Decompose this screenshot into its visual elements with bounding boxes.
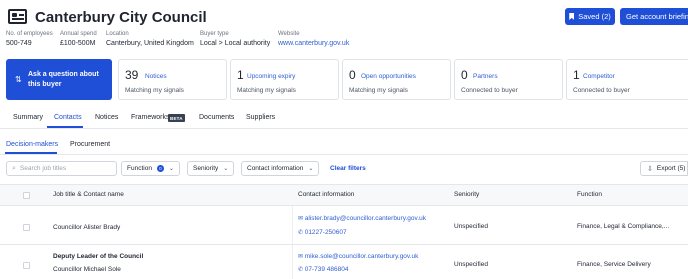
row-checkbox[interactable] xyxy=(23,262,30,269)
contact-email[interactable]: ✉ alister.brady@councillor.canterbury.go… xyxy=(298,215,426,222)
search-input[interactable] xyxy=(19,165,110,172)
stat-number: 0 xyxy=(349,68,356,82)
subtab-procurement[interactable]: Procurement xyxy=(70,141,110,148)
seniority-value: Unspecified xyxy=(454,223,488,230)
stat-label: Notices xyxy=(145,73,167,80)
bookmark-icon xyxy=(569,13,575,20)
column-header-function[interactable]: Function xyxy=(577,191,602,198)
stat-card-upcoming-expiry[interactable]: 1 Upcoming expiry Matching my signals xyxy=(230,59,339,100)
website-link[interactable]: www.canterbury.gov.uk xyxy=(278,40,349,47)
meta-label-location: Location xyxy=(106,31,129,37)
saved-label: Saved (2) xyxy=(578,12,611,21)
search-box[interactable]: ⌕ xyxy=(6,161,117,176)
subtab-decision-makers[interactable]: Decision-makers xyxy=(6,141,58,148)
contact-name[interactable]: Councillor Michael Sole xyxy=(53,266,121,273)
export-icon: ⇩ xyxy=(647,165,653,173)
seniority-value: Unspecified xyxy=(454,261,488,268)
select-all-checkbox[interactable] xyxy=(23,192,30,199)
meta-value-location: Canterbury, United Kingdom xyxy=(106,40,194,47)
beta-badge: BETA xyxy=(168,114,185,122)
meta-value-employees: 500-749 xyxy=(6,40,32,47)
stat-label: Partners xyxy=(473,73,498,80)
row-divider xyxy=(0,244,688,245)
chevron-down-icon: ⌄ xyxy=(308,166,314,172)
mail-icon: ✉ xyxy=(298,254,305,260)
contact-email[interactable]: ✉ mike.sole@councillor.canterbury.gov.uk xyxy=(298,253,418,260)
tab-notices[interactable]: Notices xyxy=(95,114,118,121)
stat-sub: Matching my signals xyxy=(349,87,408,94)
stat-card-partners[interactable]: 0 Partners Connected to buyer xyxy=(454,59,563,100)
stat-label: Competitor xyxy=(583,73,615,80)
subtabs-divider xyxy=(0,154,688,155)
contact-information-filter[interactable]: Contact information ⌄ xyxy=(241,161,320,176)
buyer-card-icon xyxy=(8,9,27,24)
stat-number: 39 xyxy=(125,68,139,82)
ask-question-button[interactable]: ⇅ Ask a question about this buyer xyxy=(6,59,112,100)
stat-number: 1 xyxy=(573,68,580,82)
stat-sub: Connected to buyer xyxy=(461,87,518,94)
contact-phone[interactable]: ✆ 07-739 486804 xyxy=(298,266,348,273)
function-filter-label: Function xyxy=(127,165,152,172)
meta-label-spend: Annual spend xyxy=(60,31,97,37)
job-title: Deputy Leader of the Council xyxy=(53,253,144,260)
meta-label-employees: No. of employees xyxy=(6,31,53,37)
column-header-seniority[interactable]: Seniority xyxy=(454,191,479,198)
chevron-down-icon: ⌄ xyxy=(223,166,229,172)
meta-label-website: Website xyxy=(278,31,300,37)
function-count-badge: 0 xyxy=(156,165,164,172)
stat-sub: Matching my signals xyxy=(125,87,184,94)
tabs-divider xyxy=(0,128,688,129)
contact-name[interactable]: Councillor Alister Brady xyxy=(53,224,120,231)
meta-value-spend: £100-500M xyxy=(60,40,96,47)
chevron-down-icon: ⌄ xyxy=(168,166,174,172)
tab-suppliers[interactable]: Suppliers xyxy=(246,114,275,121)
column-divider xyxy=(292,206,293,279)
stat-card-notices[interactable]: 39 Notices Matching my signals xyxy=(118,59,227,100)
stat-label: Upcoming expiry xyxy=(247,73,296,80)
stat-sub: Matching my signals xyxy=(237,87,296,94)
seniority-filter-label: Seniority xyxy=(193,165,219,172)
row-checkbox[interactable] xyxy=(23,224,30,231)
stat-card-competitor[interactable]: 1 Competitor Connected to buyer xyxy=(566,59,688,100)
tab-contacts[interactable]: Contacts xyxy=(54,114,82,121)
stat-sub: Connected to buyer xyxy=(573,87,630,94)
get-account-briefing-button[interactable]: Get account briefing xyxy=(620,8,688,25)
mail-icon: ✉ xyxy=(298,216,305,222)
tab-documents[interactable]: Documents xyxy=(199,114,234,121)
saved-button[interactable]: Saved (2) xyxy=(565,8,615,25)
phone-text: 01227-250607 xyxy=(304,229,347,236)
export-button[interactable]: ⇩ Export (5) xyxy=(640,161,688,176)
page-title: Canterbury City Council xyxy=(35,9,207,26)
column-header-title[interactable]: Job title & Contact name xyxy=(53,191,124,198)
phone-icon: ✆ xyxy=(298,230,305,236)
stat-number: 1 xyxy=(237,68,244,82)
email-text: alister.brady@councillor.canterbury.gov.… xyxy=(304,215,426,222)
function-filter[interactable]: Function 0 ⌄ xyxy=(121,161,180,176)
contact-filter-label: Contact information xyxy=(247,165,304,172)
email-text: mike.sole@councillor.canterbury.gov.uk xyxy=(304,253,419,260)
export-label: Export (5) xyxy=(656,165,686,172)
contact-phone[interactable]: ✆ 01227-250607 xyxy=(298,229,347,236)
stat-number: 0 xyxy=(461,68,468,82)
phone-icon: ✆ xyxy=(298,267,305,273)
seniority-filter[interactable]: Seniority ⌄ xyxy=(187,161,235,176)
column-header-contact[interactable]: Contact information xyxy=(298,191,354,198)
meta-label-buyer-type: Buyer type xyxy=(200,31,229,37)
clear-filters-button[interactable]: Clear filters xyxy=(330,165,366,172)
function-value: Finance, Legal & Compliance,... xyxy=(577,223,670,230)
stat-card-open-opportunities[interactable]: 0 Open opportunities Matching my signals xyxy=(342,59,451,100)
phone-text: 07-739 486804 xyxy=(304,266,349,273)
ask-question-label: Ask a question about this buyer xyxy=(28,71,99,88)
meta-value-buyer-type: Local > Local authority xyxy=(200,40,271,47)
tab-summary[interactable]: Summary xyxy=(13,114,43,121)
search-icon: ⌕ xyxy=(12,164,16,172)
function-value: Finance, Service Delivery xyxy=(577,261,651,268)
arrows-icon: ⇅ xyxy=(15,75,22,84)
stat-label: Open opportunities xyxy=(361,73,416,80)
tab-frameworks[interactable]: Frameworks xyxy=(131,114,170,121)
